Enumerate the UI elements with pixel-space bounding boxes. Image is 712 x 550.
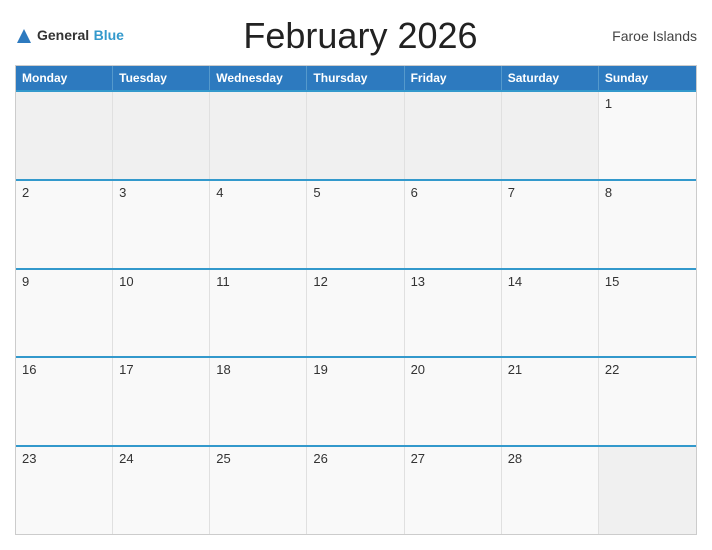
calendar-week-1: 1 — [16, 90, 696, 179]
calendar-cell: 23 — [16, 447, 113, 534]
day-number: 28 — [508, 451, 522, 466]
calendar-cell: 15 — [599, 270, 696, 357]
logo-icon — [15, 27, 33, 45]
day-number: 4 — [216, 185, 223, 200]
day-number: 15 — [605, 274, 619, 289]
calendar-week-5: 23 24 25 26 27 28 — [16, 445, 696, 534]
day-number: 1 — [605, 96, 612, 111]
calendar-cell — [16, 92, 113, 179]
calendar-week-2: 2 3 4 5 6 7 8 — [16, 179, 696, 268]
calendar-cell — [599, 447, 696, 534]
day-header-thursday: Thursday — [307, 66, 404, 90]
day-number: 13 — [411, 274, 425, 289]
day-number: 3 — [119, 185, 126, 200]
calendar-cell: 10 — [113, 270, 210, 357]
calendar-cell — [405, 92, 502, 179]
day-headers-row: MondayTuesdayWednesdayThursdayFridaySatu… — [16, 66, 696, 90]
calendar-cell — [210, 92, 307, 179]
calendar-cell: 18 — [210, 358, 307, 445]
day-number: 24 — [119, 451, 133, 466]
calendar-cell: 26 — [307, 447, 404, 534]
day-header-friday: Friday — [405, 66, 502, 90]
day-number: 25 — [216, 451, 230, 466]
day-number: 18 — [216, 362, 230, 377]
calendar-cell: 9 — [16, 270, 113, 357]
day-header-sunday: Sunday — [599, 66, 696, 90]
day-number: 20 — [411, 362, 425, 377]
calendar-cell: 21 — [502, 358, 599, 445]
day-number: 5 — [313, 185, 320, 200]
calendar-cell — [113, 92, 210, 179]
day-number: 12 — [313, 274, 327, 289]
calendar-cell: 5 — [307, 181, 404, 268]
day-number: 17 — [119, 362, 133, 377]
day-header-wednesday: Wednesday — [210, 66, 307, 90]
calendar-cell: 7 — [502, 181, 599, 268]
calendar-cell — [502, 92, 599, 179]
logo-text-blue: Blue — [94, 27, 124, 43]
calendar-cell: 8 — [599, 181, 696, 268]
calendar-week-3: 9 10 11 12 13 14 15 — [16, 268, 696, 357]
logo-text-general: General — [37, 27, 89, 43]
calendar-cell: 4 — [210, 181, 307, 268]
day-number: 8 — [605, 185, 612, 200]
day-header-tuesday: Tuesday — [113, 66, 210, 90]
calendar-header: General Blue February 2026 Faroe Islands — [15, 15, 697, 57]
calendar-cell: 13 — [405, 270, 502, 357]
calendar-cell: 16 — [16, 358, 113, 445]
day-number: 19 — [313, 362, 327, 377]
calendar-cell: 24 — [113, 447, 210, 534]
calendar-cell: 2 — [16, 181, 113, 268]
calendar-cell: 25 — [210, 447, 307, 534]
calendar-cell — [307, 92, 404, 179]
day-number: 11 — [216, 274, 230, 289]
month-title: February 2026 — [124, 15, 597, 57]
calendar-cell: 20 — [405, 358, 502, 445]
day-number: 26 — [313, 451, 327, 466]
calendar-cell: 17 — [113, 358, 210, 445]
calendar: MondayTuesdayWednesdayThursdayFridaySatu… — [15, 65, 697, 535]
calendar-cell: 22 — [599, 358, 696, 445]
calendar-cell: 14 — [502, 270, 599, 357]
day-number: 14 — [508, 274, 522, 289]
calendar-cell: 28 — [502, 447, 599, 534]
day-number: 16 — [22, 362, 36, 377]
calendar-cell: 3 — [113, 181, 210, 268]
day-number: 10 — [119, 274, 133, 289]
day-number: 9 — [22, 274, 29, 289]
calendar-cell: 6 — [405, 181, 502, 268]
calendar-cell: 11 — [210, 270, 307, 357]
day-header-monday: Monday — [16, 66, 113, 90]
region-label: Faroe Islands — [597, 28, 697, 44]
calendar-cell: 12 — [307, 270, 404, 357]
day-number: 21 — [508, 362, 522, 377]
calendar-cell: 1 — [599, 92, 696, 179]
logo-area: General Blue — [15, 27, 124, 45]
day-header-saturday: Saturday — [502, 66, 599, 90]
calendar-cell: 27 — [405, 447, 502, 534]
calendar-week-4: 16 17 18 19 20 21 22 — [16, 356, 696, 445]
day-number: 6 — [411, 185, 418, 200]
day-number: 2 — [22, 185, 29, 200]
calendar-cell: 19 — [307, 358, 404, 445]
calendar-body: 1234567891011121314151617181920212223242… — [16, 90, 696, 534]
day-number: 22 — [605, 362, 619, 377]
day-number: 7 — [508, 185, 515, 200]
day-number: 27 — [411, 451, 425, 466]
day-number: 23 — [22, 451, 36, 466]
